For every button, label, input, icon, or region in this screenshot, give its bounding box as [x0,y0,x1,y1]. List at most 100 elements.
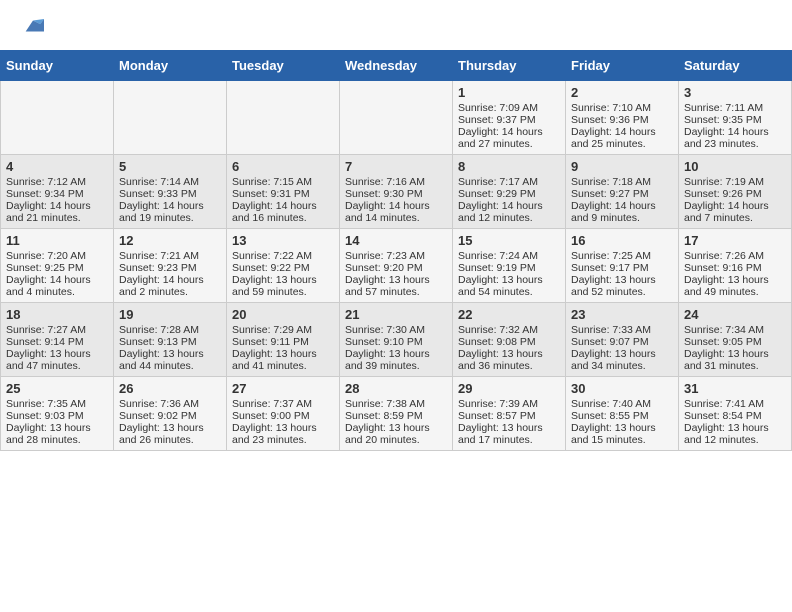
day-header-wednesday: Wednesday [340,51,453,81]
calendar-cell: 23Sunrise: 7:33 AMSunset: 9:07 PMDayligh… [566,303,679,377]
sunset-text: Sunset: 9:11 PM [232,336,334,348]
sunrise-text: Sunrise: 7:22 AM [232,250,334,262]
calendar-cell: 5Sunrise: 7:14 AMSunset: 9:33 PMDaylight… [114,155,227,229]
day-number: 5 [119,159,221,174]
day-number: 31 [684,381,786,396]
day-number: 12 [119,233,221,248]
day-header-friday: Friday [566,51,679,81]
sunrise-text: Sunrise: 7:38 AM [345,398,447,410]
day-number: 1 [458,85,560,100]
sunrise-text: Sunrise: 7:14 AM [119,176,221,188]
day-number: 20 [232,307,334,322]
sunrise-text: Sunrise: 7:34 AM [684,324,786,336]
day-number: 15 [458,233,560,248]
day-header-sunday: Sunday [1,51,114,81]
daylight-text: Daylight: 13 hours and 17 minutes. [458,422,560,446]
daylight-text: Daylight: 13 hours and 34 minutes. [571,348,673,372]
sunset-text: Sunset: 9:35 PM [684,114,786,126]
sunset-text: Sunset: 9:22 PM [232,262,334,274]
sunset-text: Sunset: 9:36 PM [571,114,673,126]
calendar-cell: 29Sunrise: 7:39 AMSunset: 8:57 PMDayligh… [453,377,566,451]
day-number: 6 [232,159,334,174]
daylight-text: Daylight: 13 hours and 39 minutes. [345,348,447,372]
sunrise-text: Sunrise: 7:30 AM [345,324,447,336]
calendar-cell: 18Sunrise: 7:27 AMSunset: 9:14 PMDayligh… [1,303,114,377]
daylight-text: Daylight: 13 hours and 54 minutes. [458,274,560,298]
sunset-text: Sunset: 9:17 PM [571,262,673,274]
daylight-text: Daylight: 13 hours and 15 minutes. [571,422,673,446]
calendar-cell: 13Sunrise: 7:22 AMSunset: 9:22 PMDayligh… [227,229,340,303]
daylight-text: Daylight: 14 hours and 14 minutes. [345,200,447,224]
calendar-week-row: 11 Sunrise: 7:20 AMSunset: 9:25 PM Dayligh… [1,229,792,303]
calendar-cell: 21Sunrise: 7:30 AMSunset: 9:10 PMDayligh… [340,303,453,377]
sunrise-text: Sunrise: 7:20 AM [6,250,108,262]
sunset-text: Sunset: 9:25 PM [6,262,108,274]
sunrise-text: Sunrise: 7:40 AM [571,398,673,410]
sunset-text: Sunset: 9:14 PM [6,336,108,348]
sunrise-text: Sunrise: 7:28 AM [119,324,221,336]
calendar-cell: 27Sunrise: 7:37 AMSunset: 9:00 PMDayligh… [227,377,340,451]
calendar-cell: 4Sunrise: 7:12 AMSunset: 9:34 PMDaylight… [1,155,114,229]
daylight-text: Daylight: 13 hours and 20 minutes. [345,422,447,446]
calendar-cell: 30Sunrise: 7:40 AMSunset: 8:55 PMDayligh… [566,377,679,451]
day-number: 24 [684,307,786,322]
sunset-text: Sunset: 9:26 PM [684,188,786,200]
sunset-text: Sunset: 9:02 PM [119,410,221,422]
daylight-text: Daylight: 13 hours and 28 minutes. [6,422,108,446]
sunrise-text: Sunrise: 7:18 AM [571,176,673,188]
sunset-text: Sunset: 9:16 PM [684,262,786,274]
calendar-cell: 20Sunrise: 7:29 AMSunset: 9:11 PMDayligh… [227,303,340,377]
daylight-text: Daylight: 14 hours and 25 minutes. [571,126,673,150]
calendar-cell: 15Sunrise: 7:24 AMSunset: 9:19 PMDayligh… [453,229,566,303]
daylight-text: Daylight: 13 hours and 23 minutes. [232,422,334,446]
daylight-text: Daylight: 13 hours and 44 minutes. [119,348,221,372]
day-number: 11 [6,233,108,248]
calendar-cell: 3Sunrise: 7:11 AMSunset: 9:35 PMDaylight… [679,81,792,155]
daylight-text: Daylight: 14 hours and 12 minutes. [458,200,560,224]
sunrise-text: Sunrise: 7:25 AM [571,250,673,262]
calendar-week-row: 18Sunrise: 7:27 AMSunset: 9:14 PMDayligh… [1,303,792,377]
daylight-text: Daylight: 14 hours and 27 minutes. [458,126,560,150]
day-number: 16 [571,233,673,248]
sunrise-text: Sunrise: 7:33 AM [571,324,673,336]
calendar-cell [1,81,114,155]
daylight-text: Daylight: 13 hours and 36 minutes. [458,348,560,372]
calendar-cell: 28Sunrise: 7:38 AMSunset: 8:59 PMDayligh… [340,377,453,451]
sunrise-text: Sunrise: 7:19 AM [684,176,786,188]
day-number: 9 [571,159,673,174]
calendar-cell: 14Sunrise: 7:23 AMSunset: 9:20 PMDayligh… [340,229,453,303]
sunrise-text: Sunrise: 7:27 AM [6,324,108,336]
sunset-text: Sunset: 9:37 PM [458,114,560,126]
calendar-header-row: SundayMondayTuesdayWednesdayThursdayFrid… [1,51,792,81]
day-number: 29 [458,381,560,396]
daylight-text: Daylight: 13 hours and 49 minutes. [684,274,786,298]
sunset-text: Sunset: 9:27 PM [571,188,673,200]
calendar-cell: 31Sunrise: 7:41 AMSunset: 8:54 PMDayligh… [679,377,792,451]
calendar-cell: 25Sunrise: 7:35 AMSunset: 9:03 PMDayligh… [1,377,114,451]
day-number: 23 [571,307,673,322]
calendar-cell: 1Sunrise: 7:09 AMSunset: 9:37 PMDaylight… [453,81,566,155]
sunset-text: Sunset: 8:54 PM [684,410,786,422]
day-number: 7 [345,159,447,174]
daylight-text: Daylight: 14 hours and 2 minutes. [119,274,221,298]
day-number: 8 [458,159,560,174]
sunrise-text: Sunrise: 7:11 AM [684,102,786,114]
day-number: 10 [684,159,786,174]
calendar-cell [340,81,453,155]
sunrise-text: Sunrise: 7:15 AM [232,176,334,188]
calendar-cell: 24Sunrise: 7:34 AMSunset: 9:05 PMDayligh… [679,303,792,377]
day-header-tuesday: Tuesday [227,51,340,81]
daylight-text: Daylight: 14 hours and 7 minutes. [684,200,786,224]
sunset-text: Sunset: 9:23 PM [119,262,221,274]
calendar-cell: 19Sunrise: 7:28 AMSunset: 9:13 PMDayligh… [114,303,227,377]
sunset-text: Sunset: 9:03 PM [6,410,108,422]
sunset-text: Sunset: 9:31 PM [232,188,334,200]
calendar-week-row: 4Sunrise: 7:12 AMSunset: 9:34 PMDaylight… [1,155,792,229]
sunset-text: Sunset: 8:59 PM [345,410,447,422]
daylight-text: Daylight: 14 hours and 16 minutes. [232,200,334,224]
daylight-text: Daylight: 14 hours and 21 minutes. [6,200,108,224]
daylight-text: Daylight: 13 hours and 59 minutes. [232,274,334,298]
day-header-saturday: Saturday [679,51,792,81]
calendar-cell: 2Sunrise: 7:10 AMSunset: 9:36 PMDaylight… [566,81,679,155]
page-header [0,0,792,42]
